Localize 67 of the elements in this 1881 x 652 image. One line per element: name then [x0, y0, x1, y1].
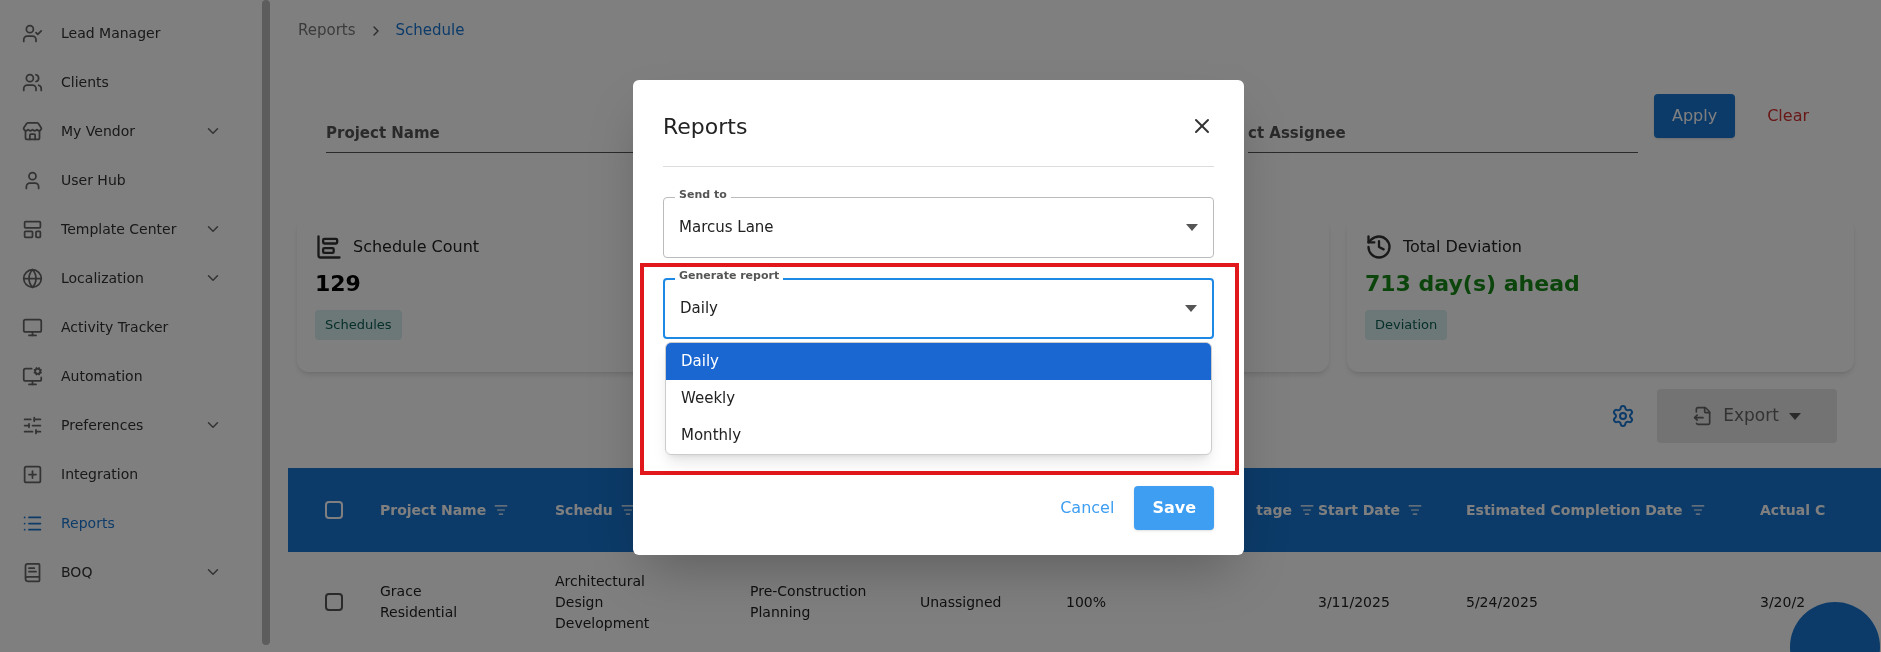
scrollbar[interactable] [262, 0, 270, 645]
store-icon [22, 120, 43, 142]
dropdown-option[interactable]: Monthly [666, 417, 1211, 454]
card-value: 713 day(s) ahead [1365, 270, 1580, 299]
card-value: 129 [315, 270, 361, 299]
sidebar-item[interactable]: Integration [22, 461, 222, 487]
bars-icon [315, 233, 343, 262]
sidebar-item[interactable]: Reports [22, 510, 222, 536]
table-cell-text: Architectural Design Development [555, 571, 651, 633]
sidebar-item[interactable]: Clients [22, 69, 222, 95]
cancel-button[interactable]: Cancel [1060, 486, 1115, 530]
clock-icon [1365, 233, 1393, 262]
export-icon [1693, 406, 1714, 427]
sidebar-item[interactable]: User Hub [22, 167, 222, 193]
caret-icon [1185, 305, 1197, 312]
sidebar-item[interactable]: My Vendor [22, 118, 222, 144]
card-title: Total Deviation [1403, 236, 1522, 259]
field-label: Send to [675, 189, 731, 200]
plus-square-icon [22, 463, 43, 485]
column-header[interactable]: Actual C [1760, 499, 1826, 521]
header-checkbox[interactable] [325, 501, 343, 519]
breadcrumb-link[interactable]: Schedule [395, 19, 465, 42]
sidebar-item[interactable]: Preferences [22, 412, 222, 438]
save-button[interactable]: Save [1134, 486, 1214, 530]
sidebar-item[interactable]: Automation [22, 363, 222, 389]
globe-icon [22, 267, 43, 289]
column-header[interactable]: Schedu [555, 499, 613, 521]
apply-button[interactable]: Apply [1654, 94, 1736, 139]
monitor-gear-icon [22, 365, 43, 387]
dropdown-option[interactable]: Daily [666, 343, 1211, 380]
settings-icon[interactable] [1611, 404, 1635, 429]
sidebar-item[interactable]: Activity Tracker [22, 314, 222, 340]
filter-icon[interactable] [620, 503, 635, 517]
sidebar-item[interactable]: Template Center [22, 216, 222, 242]
field-label: Generate report [675, 270, 784, 281]
sliders-icon [22, 414, 43, 436]
monitor-icon [22, 316, 43, 338]
caret-icon [1186, 224, 1198, 231]
sidebar-item[interactable]: BOQ [22, 559, 222, 585]
sidebar-item[interactable]: Lead Manager [22, 20, 222, 46]
person-check-icon [22, 22, 43, 44]
table-cell-text: 5/24/2025 [1466, 592, 1539, 612]
column-header[interactable]: Project Name [380, 499, 487, 521]
card-title: Schedule Count [353, 236, 480, 259]
table-cell-text: Pre-Construction Planning [750, 582, 868, 622]
clear-button[interactable]: Clear [1757, 94, 1819, 139]
table-cell-text: Grace Residential [380, 582, 459, 622]
dialog-title: Reports [663, 112, 748, 141]
dropdown-option[interactable]: Weekly [666, 380, 1211, 417]
breadcrumb-link[interactable]: Reports [298, 19, 356, 42]
sidebar-item[interactable]: Localization [22, 265, 222, 291]
column-header[interactable]: Estimated Completion Date [1466, 499, 1683, 521]
column-header[interactable]: Start Date [1318, 499, 1400, 521]
book-icon [22, 561, 43, 583]
assignee-field[interactable]: ct Assignee [1248, 121, 1638, 154]
table-cell-text: 100% [1066, 592, 1108, 612]
column-header[interactable]: tage [1256, 499, 1292, 521]
select-field[interactable]: Marcus Lane [663, 197, 1214, 258]
row-checkbox[interactable] [325, 593, 343, 611]
template-icon [22, 218, 43, 240]
people-icon [22, 71, 43, 93]
table-cell-text: 3/20/2 [1760, 592, 1807, 612]
caret-icon [1788, 412, 1801, 420]
table-cell-text: 3/11/2025 [1318, 592, 1391, 612]
card-tag: Deviation [1365, 310, 1448, 340]
table-cell-text: Unassigned [920, 592, 1003, 612]
card-tag: Schedules [315, 310, 402, 340]
